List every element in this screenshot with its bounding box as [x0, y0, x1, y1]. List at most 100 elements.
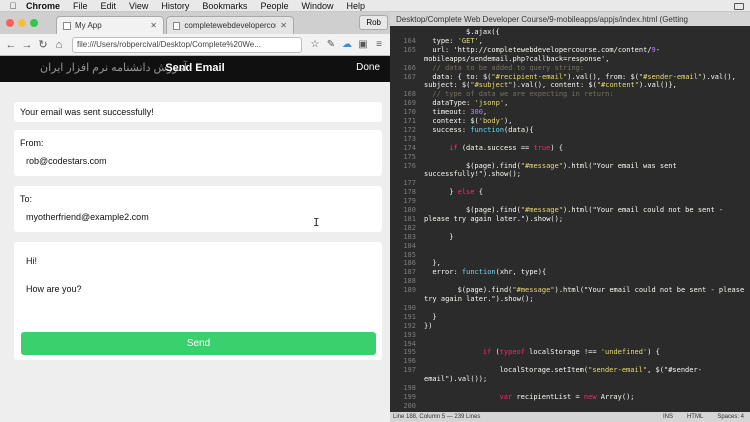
line-number: 187: [403, 268, 416, 277]
tab-my-app[interactable]: My App ✕: [56, 16, 164, 34]
reload-icon[interactable]: ↻: [36, 37, 50, 53]
code-line: try again later.").show();: [424, 295, 534, 303]
eyedropper-icon[interactable]: ✎: [324, 38, 338, 52]
line-number: 186: [403, 259, 416, 268]
menu-chrome[interactable]: Chrome: [26, 1, 60, 11]
line-number: 183: [403, 232, 416, 241]
line-number: 193: [403, 330, 416, 339]
editor-title: Desktop/Complete Web Developer Course/9-…: [390, 12, 750, 26]
code-line: $.ajax({: [466, 28, 500, 36]
tab-close-icon[interactable]: ✕: [276, 21, 287, 30]
code-line: var recipientList = new Array();: [499, 392, 635, 401]
page-favicon-icon: [63, 21, 71, 30]
browser-toolbar: ← → ↻ ⌂ file:///Users/robpercival/Deskto…: [0, 34, 390, 56]
sender-email-field[interactable]: From: rob@codestars.com: [14, 130, 382, 176]
status-language[interactable]: HTML: [687, 414, 703, 420]
line-number: 191: [403, 312, 416, 321]
code-line: type: 'GET',: [432, 36, 483, 45]
app-page: آموزش دانشنامه نرم افزار ایران Send Emai…: [0, 56, 390, 422]
line-number: 180: [403, 206, 416, 214]
tab-close-icon[interactable]: ✕: [146, 21, 157, 30]
code-line: please try again later.").show();: [424, 214, 564, 223]
line-number: 174: [403, 143, 416, 152]
text-cursor-icon: I: [313, 216, 320, 229]
menu-view[interactable]: View: [129, 1, 148, 11]
menu-file[interactable]: File: [73, 1, 88, 11]
status-ins[interactable]: INS: [663, 414, 673, 420]
bookmark-star-icon[interactable]: ☆: [308, 38, 322, 52]
page-favicon-icon: [173, 21, 181, 30]
from-label: From:: [20, 138, 44, 148]
code-line: timeout: 300,: [432, 108, 488, 117]
success-message: Your email was sent successfully!: [20, 107, 154, 117]
line-number: 197: [403, 366, 416, 375]
send-button[interactable]: Send: [21, 332, 376, 355]
code-line: $(page).find("#message").html("Your emai…: [466, 206, 724, 214]
cloud-icon[interactable]: ☁: [340, 38, 354, 52]
mac-menubar:  Chrome File Edit View History Bookmark…: [0, 0, 750, 12]
minimize-window-icon[interactable]: [18, 19, 26, 27]
menu-edit[interactable]: Edit: [101, 1, 117, 11]
line-number: 172: [403, 125, 416, 134]
menu-bookmarks[interactable]: Bookmarks: [202, 1, 247, 11]
line-number: 189: [403, 286, 416, 295]
line-number: 182: [403, 223, 416, 232]
forward-icon[interactable]: →: [20, 37, 34, 53]
line-number: 196: [403, 357, 416, 366]
menu-help[interactable]: Help: [346, 1, 365, 11]
line-number: 167: [403, 72, 416, 81]
home-icon[interactable]: ⌂: [52, 37, 66, 53]
menubar-status-icons: [734, 0, 744, 12]
code-line: $(page).find("#message").html("Your emai…: [466, 161, 677, 170]
code-line: }: [432, 312, 437, 321]
line-number: 184: [403, 241, 416, 250]
editor-scrollbar[interactable]: [743, 28, 749, 412]
code-line: },: [432, 259, 441, 268]
line-number: 190: [403, 303, 416, 312]
back-icon[interactable]: ←: [4, 37, 18, 53]
line-number: 192: [403, 321, 416, 330]
body-line-2: How are you?: [26, 284, 82, 294]
line-number: 169: [403, 99, 416, 108]
recipient-email-field[interactable]: To: myotherfriend@example2.com: [14, 186, 382, 232]
line-number: 188: [403, 277, 416, 286]
apple-icon[interactable]: : [0, 1, 26, 11]
menu-window[interactable]: Window: [301, 1, 333, 11]
code-line: $(page).find("#message").html("Your emai…: [457, 286, 745, 295]
close-window-icon[interactable]: [6, 19, 14, 27]
line-number: 170: [403, 108, 416, 117]
tab-label: My App: [75, 21, 102, 30]
code-line: email").val());: [424, 375, 488, 384]
tab-course[interactable]: completewebdevelopercou... ✕: [166, 16, 294, 34]
line-number: 198: [403, 384, 416, 392]
battery-icon[interactable]: [734, 2, 744, 10]
zoom-window-icon[interactable]: [30, 19, 38, 27]
address-bar[interactable]: file:///Users/robpercival/Desktop/Comple…: [72, 36, 302, 53]
line-number: 199: [403, 392, 416, 401]
from-value: rob@codestars.com: [26, 156, 107, 166]
to-value: myotherfriend@example2.com: [26, 212, 149, 222]
browser-window: My App ✕ completewebdevelopercou... ✕ Ro…: [0, 12, 390, 422]
code-line: }: [449, 232, 454, 241]
line-number: 166: [403, 63, 416, 72]
code-line: if (data.success == true) {: [449, 143, 563, 152]
to-label: To:: [20, 194, 33, 204]
menu-people[interactable]: People: [260, 1, 288, 11]
line-number: 175: [403, 152, 416, 161]
code-line: success: function(data){: [432, 125, 534, 134]
line-number: 185: [403, 250, 416, 259]
menu-history[interactable]: History: [161, 1, 189, 11]
extension-icon[interactable]: ▣: [356, 38, 370, 52]
code-line: error: function(xhr, type){: [432, 268, 547, 277]
code-line: successfully!").show();: [424, 170, 521, 179]
line-number: 173: [403, 134, 416, 143]
tab-label: completewebdevelopercou...: [184, 21, 277, 30]
code-editor-window: Desktop/Complete Web Developer Course/9-…: [390, 12, 750, 422]
code-line: // data to be added to query string:: [432, 63, 585, 72]
done-button[interactable]: Done: [356, 62, 380, 73]
status-spaces[interactable]: Spaces: 4: [717, 414, 744, 420]
code-line: }): [424, 321, 433, 330]
code-area[interactable]: $.ajax({164 type: 'GET', 165 url: 'http://c…: [390, 28, 750, 412]
profile-button[interactable]: Rob: [359, 15, 388, 30]
menu-hamburger-icon[interactable]: ≡: [372, 38, 386, 52]
